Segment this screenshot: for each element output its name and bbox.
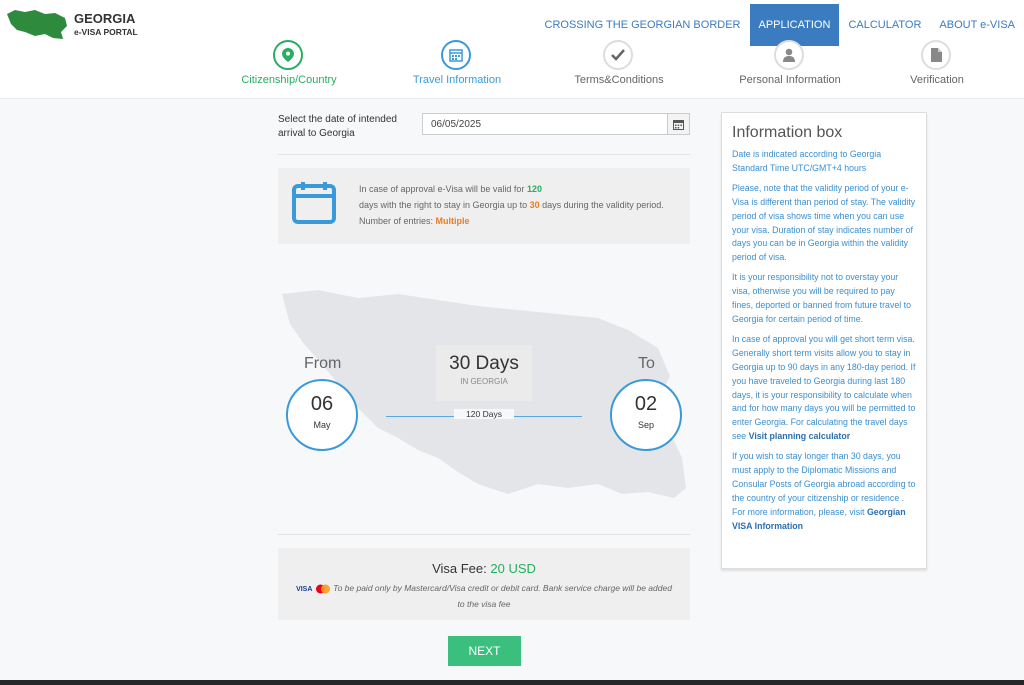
taskbar (0, 680, 1024, 685)
visa-card-icon: VISA (296, 586, 313, 593)
info-paragraph: It is your responsibility not to oversta… (732, 272, 911, 324)
nav-calculator[interactable]: CALCULATOR (839, 4, 930, 46)
step-label: Citizenship/Country (241, 74, 337, 86)
calendar-icon (292, 182, 336, 224)
location-pin-icon (273, 40, 303, 70)
step-label: Personal Information (739, 74, 841, 86)
brand-subtitle: e-VISA PORTAL (74, 27, 138, 37)
divider (278, 154, 690, 155)
progress-steps: Citizenship/Country Travel Information T… (0, 40, 1024, 99)
information-box-title: Information box (732, 124, 843, 141)
next-button[interactable]: NEXT (448, 636, 521, 666)
to-month: Sep (637, 420, 654, 430)
calendar-picker-button[interactable] (667, 113, 690, 135)
validity-text-part: days during the validity period. (542, 200, 664, 210)
checkmark-icon (603, 40, 633, 70)
validity-text: In case of approval e-Visa will be valid… (359, 181, 684, 229)
validity-info: In case of approval e-Visa will be valid… (278, 168, 690, 244)
stay-days-value: 30 (529, 200, 540, 210)
visa-fee-amount: 20 USD (490, 561, 536, 576)
to-date-circle: 02 Sep (610, 379, 682, 451)
valid-days-value: 120 (526, 184, 542, 194)
from-date-circle: 06 May (286, 379, 358, 451)
stay-days-sub: IN GEORGIA (460, 377, 508, 386)
step-label: Terms&Conditions (574, 74, 664, 86)
info-text: In case of approval you will get short t… (732, 333, 916, 442)
from-day: 06 (310, 393, 334, 415)
visa-fee-label: Visa Fee: (432, 561, 487, 576)
info-paragraph: If you wish to stay longer than 30 days,… (732, 450, 918, 533)
nav-application[interactable]: APPLICATION (749, 4, 840, 46)
validity-text-part: In case of approval e-Visa will be valid… (359, 184, 525, 194)
arrival-date-input[interactable]: 06/05/2025 (422, 113, 668, 135)
nav-crossing-border[interactable]: CROSSING THE GEORGIAN BORDER (536, 4, 750, 46)
validity-text-part: days with the right to stay in Georgia u… (359, 200, 528, 210)
document-icon (921, 40, 951, 70)
main-nav: CROSSING THE GEORGIAN BORDER APPLICATION… (536, 4, 1024, 46)
visa-fee-title: Visa Fee: 20 USD (278, 561, 690, 576)
stay-duration-box: 30 Days IN GEORGIA (436, 345, 532, 401)
planning-calculator-link[interactable]: Visit planning calculator (749, 431, 851, 441)
payment-note-text: To be paid only by Mastercard/Visa credi… (333, 583, 672, 609)
calendar-icon (673, 119, 684, 130)
top-bar: GEORGIA e-VISA PORTAL CROSSING THE GEORG… (0, 0, 1024, 47)
information-box: Information box Date is indicated accord… (721, 112, 927, 569)
from-label: From (304, 355, 342, 372)
divider (278, 534, 690, 535)
arrival-date-label: Select the date of intended arrival to G… (278, 114, 397, 139)
info-paragraph: Please, note that the validity period of… (732, 182, 916, 263)
stay-days-title: 30 Days (449, 353, 519, 374)
payment-note: VISA To be paid only by Mastercard/Visa … (292, 581, 676, 611)
step-label: Travel Information (412, 74, 502, 86)
entries-label: Number of entries: (359, 216, 434, 226)
nav-about[interactable]: ABOUT e-VISA (930, 4, 1024, 46)
mastercard-icon (315, 584, 330, 594)
calendar-icon (441, 40, 471, 70)
user-icon (774, 40, 804, 70)
to-label: To (638, 355, 655, 372)
georgia-map-logo[interactable] (5, 6, 69, 42)
entries-value: Multiple (435, 216, 470, 226)
to-day: 02 (634, 393, 658, 415)
visa-fee-box: Visa Fee: 20 USD VISA To be paid only by… (278, 548, 690, 620)
brand-title: GEORGIA (74, 11, 136, 26)
info-paragraph: In case of approval you will get short t… (732, 333, 918, 444)
from-month: May (313, 420, 331, 430)
step-label: Verification (910, 74, 964, 86)
validity-days-label: 120 Days (454, 409, 514, 419)
info-paragraph: Date is indicated according to Georgia S… (732, 149, 882, 173)
